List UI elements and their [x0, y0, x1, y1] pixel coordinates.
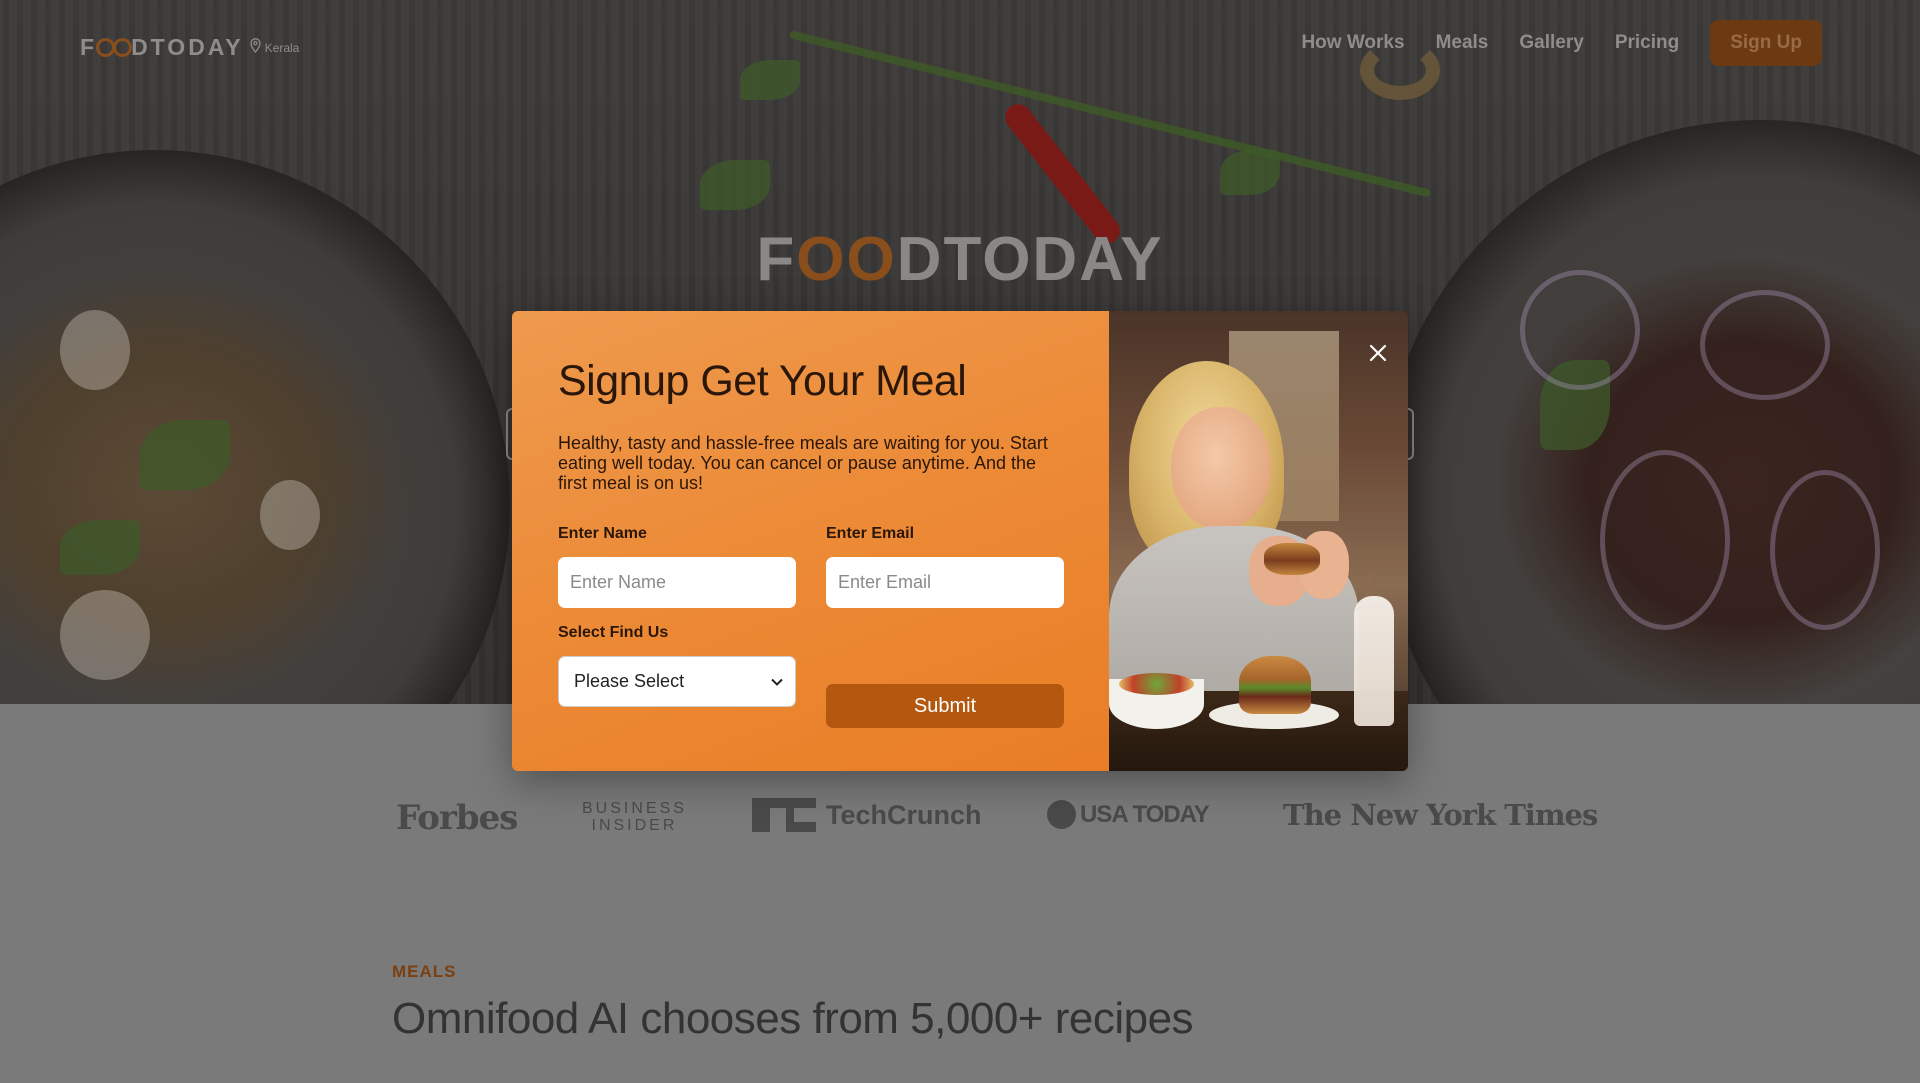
photo-milkshake [1354, 596, 1394, 726]
close-icon [1369, 344, 1387, 362]
email-field-group: Enter Email [826, 525, 1064, 608]
chevron-down-icon [771, 674, 783, 689]
modal-photo-woman-eating-burger [1109, 311, 1408, 771]
modal-description: Healthy, tasty and hassle-free meals are… [558, 433, 1048, 493]
submit-button[interactable]: Submit [826, 684, 1064, 728]
email-label: Enter Email [826, 525, 915, 542]
submit-spacer [826, 624, 1064, 646]
email-input[interactable] [826, 557, 1064, 608]
find-us-select[interactable]: Please Select [558, 656, 796, 707]
photo-salad [1119, 673, 1194, 695]
close-modal-button[interactable] [1366, 341, 1390, 365]
name-label: Enter Name [558, 525, 647, 542]
select-field-group: Select Find Us Please Select [558, 624, 796, 728]
signup-form-panel: Signup Get Your Meal Healthy, tasty and … [512, 311, 1109, 771]
modal-title: Signup Get Your Meal [558, 357, 967, 405]
signup-form: Enter Name Enter Email Select Find Us Pl… [558, 525, 1064, 728]
name-field-group: Enter Name [558, 525, 796, 608]
signup-modal: Signup Get Your Meal Healthy, tasty and … [512, 311, 1408, 771]
find-us-select-value: Please Select [574, 671, 685, 691]
select-label: Select Find Us [558, 624, 669, 641]
name-input[interactable] [558, 557, 796, 608]
photo-burger-plate [1239, 656, 1311, 714]
photo-burger-held [1264, 543, 1320, 575]
submit-group: Submit [826, 624, 1064, 728]
photo-face [1171, 407, 1271, 529]
